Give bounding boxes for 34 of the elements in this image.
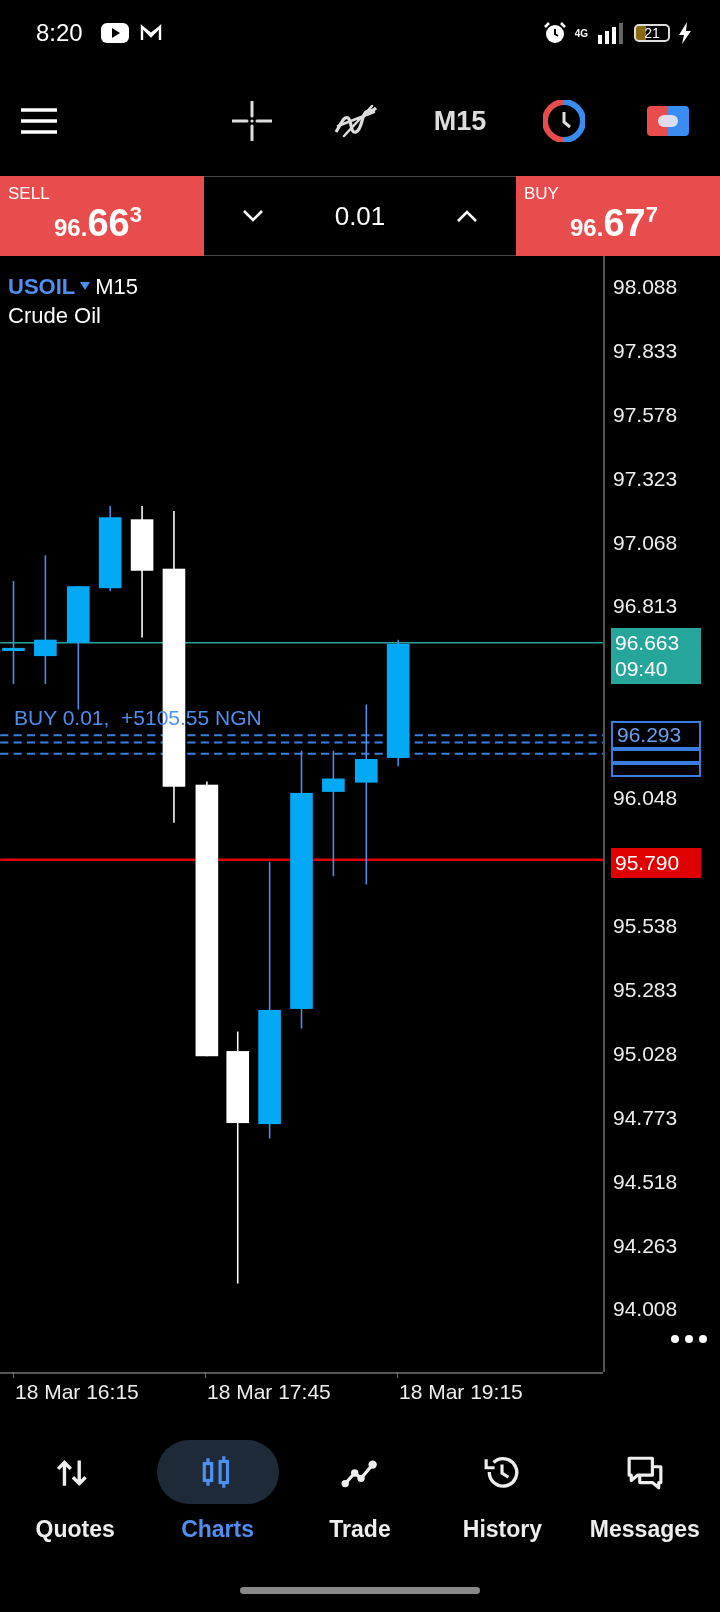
sell-button[interactable]: SELL 96.66$^{3}$ [0, 176, 204, 256]
nav-tab[interactable]: Quotes [4, 1440, 147, 1543]
price-label: 94.518 [613, 1169, 678, 1194]
volume-value[interactable]: 0.01 [334, 200, 386, 232]
battery-level: 21 [634, 24, 670, 42]
nav-tab[interactable]: Trade [288, 1440, 432, 1543]
price-label: 96.048 [613, 786, 678, 811]
instrument-name: Crude Oil [8, 302, 102, 330]
time-label: 18 Mar 19:15 [399, 1380, 523, 1404]
timeframe-label: M15 [95, 274, 139, 299]
price-label: 97.068 [613, 530, 678, 555]
price-label: 95.283 [613, 977, 678, 1002]
price-label: 97.578 [613, 402, 678, 427]
price-label: 95.028 [613, 1041, 678, 1066]
price-label: 97.323 [613, 466, 678, 491]
stop-price-tag: 95.790 [611, 847, 701, 878]
nav-tab[interactable]: Messages [573, 1440, 717, 1543]
symbol-name[interactable]: USOIL [8, 274, 76, 299]
nav-tab[interactable]: History [431, 1440, 574, 1543]
price-label: 94.263 [613, 1233, 678, 1258]
clock-time: 8:20 [36, 19, 83, 47]
price-label: 94.008 [613, 1297, 678, 1322]
time-label: 18 Mar 16:15 [15, 1380, 139, 1404]
bid-price-tag: 96.663 09:40 [611, 628, 701, 685]
price-label: 96.813 [613, 594, 678, 619]
price-label: 98.088 [613, 274, 678, 299]
network-type: 4G [574, 27, 588, 39]
time-label: 18 Mar 17:45 [207, 1380, 331, 1404]
price-label: 94.773 [613, 1105, 678, 1130]
position-price-tag: 96.293 [611, 720, 701, 749]
price-label: 95.538 [613, 914, 678, 938]
timeframe-button[interactable]: M15 [433, 105, 487, 137]
buy-button[interactable]: BUY 96.67$^{7}$ [516, 176, 720, 256]
price-label: 97.833 [613, 338, 678, 363]
